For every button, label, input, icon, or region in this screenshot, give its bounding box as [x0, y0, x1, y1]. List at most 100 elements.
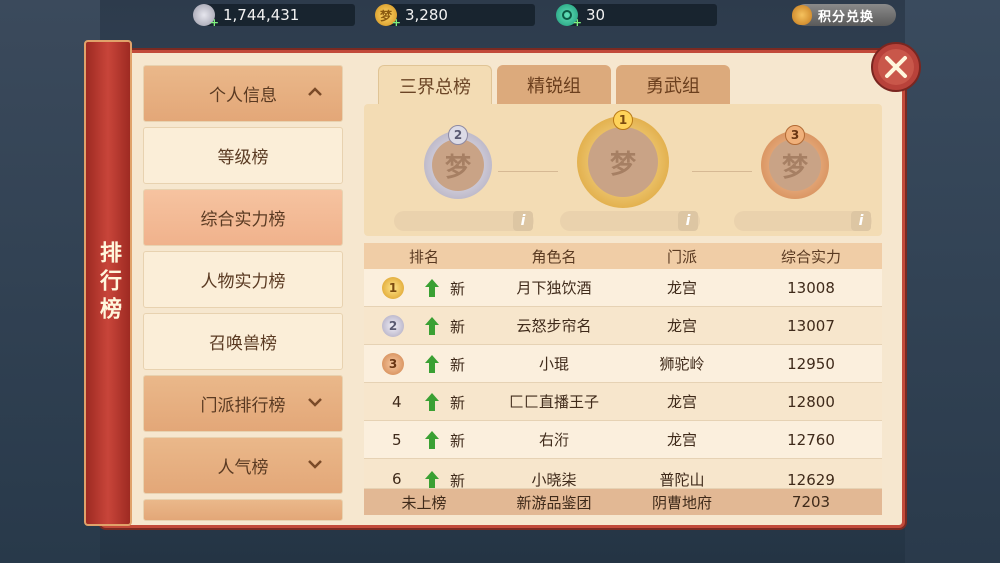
up-arrow-icon [425, 431, 439, 449]
menu-label: 人气榜 [217, 458, 269, 478]
chevron-down-icon [308, 398, 322, 407]
ranking-table-header: 排名 角色名 门派 综合实力 [364, 243, 882, 269]
rank-cell: 1 新 [364, 269, 484, 306]
tab-all-realms[interactable]: 三界总榜 [378, 65, 492, 105]
avatar-placeholder-glyph: 梦 [609, 149, 636, 180]
menu-personal-info[interactable]: 个人信息 [143, 65, 343, 122]
player-power: 12629 [787, 470, 835, 489]
my-power: 7203 [791, 493, 831, 511]
table-row[interactable]: 2 新 云怒步帘名 龙宫 13007 [364, 307, 882, 345]
player-school: 龙宫 [666, 431, 697, 449]
title-scroll: 排行榜 [84, 40, 132, 526]
player-power: 13007 [787, 316, 835, 335]
close-icon [871, 42, 921, 92]
avatar: 梦 [769, 139, 821, 191]
my-rank-row: 未上榜 新游品鉴团 阴曹地府 7203 [364, 489, 882, 515]
menu-pet-rank[interactable]: 召唤兽榜 [143, 313, 343, 370]
player-name: 小晓柒 [531, 471, 577, 489]
up-arrow-icon [425, 279, 439, 297]
money-bag-icon [792, 5, 812, 25]
tab-elite-group[interactable]: 精锐组 [497, 65, 611, 105]
menu-label: 个人信息 [209, 86, 277, 106]
info-icon[interactable]: i [851, 211, 871, 231]
rank-cell: 4 新 [364, 383, 484, 420]
tab-label: 精锐组 [527, 76, 581, 97]
menu-label: 等级榜 [217, 148, 269, 168]
menu-label: 人物实力榜 [200, 272, 286, 292]
trend-label: 新 [450, 318, 466, 336]
player-school: 普陀山 [659, 471, 705, 489]
tab-label: 三界总榜 [399, 76, 471, 98]
points-exchange-label: 积分兑换 [818, 9, 875, 25]
jade-icon[interactable]: + [556, 4, 582, 29]
trend-label: 新 [450, 356, 466, 374]
player-name: 匚匚直播王子 [508, 393, 599, 411]
header-name: 角色名 [531, 247, 577, 266]
chevron-down-icon [308, 460, 322, 469]
jade-amount: 30 [586, 6, 606, 24]
up-arrow-icon [425, 317, 439, 335]
silver-coin-icon[interactable]: + [193, 4, 219, 29]
info-icon[interactable]: i [678, 211, 698, 231]
rank-number: 4 [392, 393, 402, 411]
menu-character-power-rank[interactable]: 人物实力榜 [143, 251, 343, 308]
add-icon: + [209, 16, 219, 29]
menu-school-rank[interactable]: 门派排行榜 [143, 375, 343, 432]
rank-number: 5 [392, 431, 402, 449]
menu-level-rank[interactable]: 等级榜 [143, 127, 343, 184]
second-rank-number: 2 [448, 125, 468, 145]
trend-label: 新 [450, 432, 466, 450]
first-rank-number: 1 [613, 110, 633, 130]
table-row[interactable]: 3 新 小琨 狮驼岭 12950 [364, 345, 882, 383]
menu-popularity-rank[interactable]: 人气榜 [143, 437, 343, 494]
first-place-medal[interactable]: 梦 1 [577, 110, 669, 208]
player-school: 狮驼岭 [659, 355, 705, 373]
trend-label: 新 [450, 472, 466, 489]
table-row[interactable]: 6 新 小晓柒 普陀山 12629 [364, 459, 882, 489]
player-school: 龙宫 [666, 317, 697, 335]
podium-connector [498, 171, 558, 172]
menu-overall-power-rank[interactable]: 综合实力榜 [143, 189, 343, 246]
up-arrow-icon [425, 393, 439, 411]
close-button[interactable] [867, 38, 925, 96]
info-icon[interactable]: i [513, 211, 533, 231]
tab-label: 勇武组 [646, 76, 700, 97]
table-row[interactable]: 5 新 右洐 龙宫 12760 [364, 421, 882, 459]
rank-number: 6 [392, 470, 402, 488]
rank-cell: 5 新 [364, 421, 484, 458]
third-place-medal[interactable]: 梦 3 [761, 125, 829, 199]
gold-currency: 梦 + 3,280 [375, 4, 535, 29]
points-exchange-button[interactable]: 积分兑换 [792, 4, 896, 26]
add-icon: + [572, 16, 582, 29]
table-row[interactable]: 4 新 匚匚直播王子 龙宫 12800 [364, 383, 882, 421]
gold-coin-icon[interactable]: 梦 + [375, 4, 401, 29]
avatar: 梦 [588, 127, 658, 197]
second-place-medal[interactable]: 梦 2 [424, 125, 492, 199]
up-arrow-icon [425, 471, 439, 488]
silver-rank-badge: 2 [382, 315, 404, 337]
table-row[interactable]: 1 新 月下独饮酒 龙宫 13008 [364, 269, 882, 307]
header-power: 综合实力 [780, 247, 841, 266]
player-name: 小琨 [538, 355, 569, 373]
menu-label: 综合实力榜 [200, 210, 286, 230]
page-title: 排行榜 [96, 241, 121, 325]
my-rank: 未上榜 [401, 493, 447, 512]
my-name: 新游品鉴团 [516, 493, 592, 512]
podium-connector [692, 171, 752, 172]
silver-amount: 1,744,431 [223, 6, 300, 24]
menu-label: 召唤兽榜 [209, 334, 277, 354]
trend-label: 新 [450, 280, 466, 298]
rank-cell: 3 新 [364, 345, 484, 382]
gold-amount: 3,280 [405, 6, 448, 24]
chevron-up-icon [308, 87, 322, 96]
player-name: 云怒步帘名 [516, 317, 592, 335]
up-arrow-icon [425, 355, 439, 373]
third-rank-number: 3 [785, 125, 805, 145]
tab-brave-group[interactable]: 勇武组 [616, 65, 730, 105]
player-name: 右洐 [538, 431, 569, 449]
avatar-placeholder-glyph: 梦 [781, 152, 808, 183]
player-name: 月下独饮酒 [516, 279, 592, 297]
my-school: 阴曹地府 [651, 493, 712, 512]
menu-more[interactable] [143, 499, 343, 521]
avatar-placeholder-glyph: 梦 [444, 152, 471, 183]
